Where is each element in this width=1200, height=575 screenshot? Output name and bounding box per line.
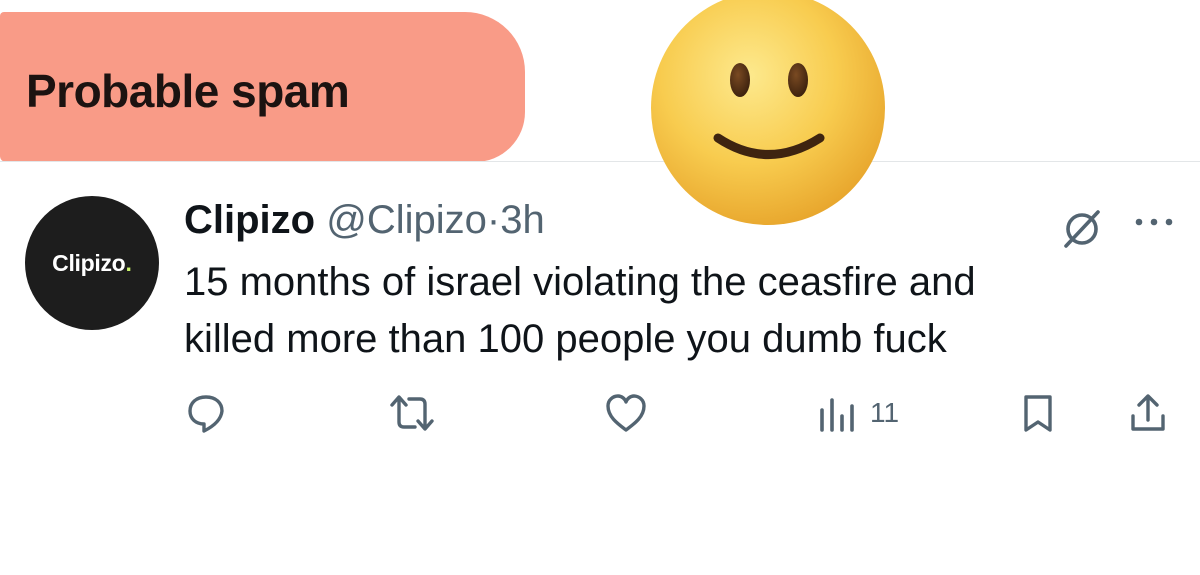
heart-icon [606, 394, 646, 432]
author-handle[interactable]: @Clipizo [326, 198, 487, 242]
avatar[interactable]: Clipizo. [25, 196, 159, 330]
tweet-header: Clipizo @Clipizo·3h [184, 196, 545, 244]
divider [0, 161, 1200, 162]
like-button[interactable] [604, 392, 648, 434]
views-button[interactable]: 11 [816, 392, 899, 434]
post-time[interactable]: 3h [500, 198, 545, 242]
probable-spam-label: Probable spam [26, 65, 350, 117]
views-count: 11 [870, 397, 900, 428]
avatar-logo-dot: . [125, 249, 132, 276]
tweet-text-line-1: 15 months of israel violating the ceasfi… [184, 260, 976, 304]
tweet-text: 15 months of israel violating the ceasfi… [184, 254, 1144, 368]
views-icon [820, 398, 854, 432]
repost-button[interactable] [388, 392, 436, 434]
author-name[interactable]: Clipizo [184, 198, 315, 242]
share-icon [1131, 394, 1165, 431]
repost-icon [390, 395, 434, 431]
bookmark-icon [1024, 395, 1052, 432]
share-button[interactable] [1128, 392, 1168, 434]
avatar-logo-text: Clipizo [52, 249, 126, 276]
tweet-text-line-2: killed more than 100 people you dumb fuc… [184, 317, 947, 361]
reply-icon [188, 395, 224, 433]
reply-button[interactable] [185, 392, 227, 434]
slightly-smiling-face-icon [651, 0, 885, 225]
more-icon[interactable] [1130, 204, 1178, 240]
grok-icon[interactable] [1060, 204, 1108, 252]
bookmark-button[interactable] [1020, 392, 1056, 434]
separator-dot: · [486, 198, 501, 242]
